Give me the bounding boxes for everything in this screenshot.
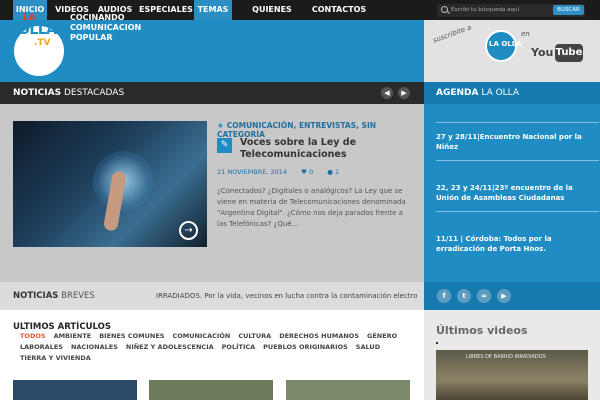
featured-image[interactable] — [13, 121, 207, 247]
nav-temas[interactable]: TEMAS — [194, 0, 232, 20]
page: INICIO VIDEOS AUDIOS ESPECIALES TEMAS QU… — [0, 0, 600, 400]
comments-count[interactable]: ● 1 — [327, 168, 339, 176]
nav-contactos[interactable]: CONTACTOS — [311, 0, 367, 20]
agenda-divider — [436, 211, 599, 212]
video-bullet — [436, 342, 438, 344]
featured-meta: 21 NOVIEMBRE, 2014 ♥ 0 ● 1 — [217, 168, 351, 176]
agenda-title-bold: AGENDA — [436, 88, 479, 98]
prev-arrow-icon[interactable]: ◀ — [381, 87, 393, 99]
video-caption: LIBRES DE BARRIO IRRADIADOS — [466, 354, 546, 360]
filter-pueblos-originarios[interactable]: PUEBLOS ORIGINARIOS — [263, 342, 348, 353]
featured-title-bold: NOTICIAS — [13, 88, 62, 98]
article-thumbnail[interactable] — [13, 380, 137, 400]
filter-derechos-humanos[interactable]: DERECHOS HUMANOS — [279, 331, 359, 342]
agenda-divider — [436, 122, 599, 123]
youtube-tube: Tube — [555, 44, 583, 62]
filter-laborales[interactable]: LABORALES — [20, 342, 63, 353]
logo-olla: OLLA — [18, 22, 57, 38]
agenda-item[interactable]: 27 y 28/11|Encuentro Nacional por la Niñ… — [436, 132, 592, 152]
featured-bar: NOTICIAS DESTACADAS ◀ ▶ — [0, 82, 424, 104]
filter-bienes-comunes[interactable]: BIENES COMUNES — [99, 331, 164, 342]
breves-title-bold: NOTICIAS — [13, 291, 59, 301]
filter-todos[interactable]: TODOS — [20, 331, 46, 342]
social-bar: f t ≈ ▶ — [424, 282, 600, 310]
filter-ambiente[interactable]: AMBIENTE — [54, 331, 92, 342]
site-header — [0, 20, 424, 82]
agenda-bar: AGENDA LA OLLA — [424, 82, 600, 104]
next-arrow-icon[interactable]: ▶ — [398, 87, 410, 99]
promo-text: suscribite a — [431, 23, 473, 45]
search-placeholder: Escribí tu búsqueda aquí — [451, 7, 520, 13]
article-filters: TODOS AMBIENTE BIENES COMUNES COMUNICACIÓN C… — [20, 331, 410, 364]
logo-tv: .TV — [34, 38, 51, 48]
promo-en: en — [521, 30, 530, 38]
agenda-item[interactable]: 11/11 | Córdoba: Todos por la erradicaci… — [436, 234, 592, 254]
featured-title: NOTICIAS DESTACADAS — [13, 82, 124, 104]
article-thumbnail[interactable] — [286, 380, 410, 400]
twitter-icon[interactable]: t — [457, 289, 471, 303]
youtube-you: You — [531, 46, 554, 59]
promo-logo-text: LA OLLA — [489, 40, 522, 48]
search-icon — [441, 6, 448, 13]
featured-article-title[interactable]: Voces sobre la Ley de Telecomunicaciones — [240, 137, 415, 161]
logo-tagline: COCINANDO COMUNICACION POPULAR — [70, 13, 142, 42]
filter-cultura[interactable]: CULTURA — [238, 331, 271, 342]
rss-icon[interactable]: ≈ — [477, 289, 491, 303]
breves-title: NOTICIAS BREVES — [13, 282, 95, 310]
agenda-title-rest: LA OLLA — [481, 88, 520, 98]
breves-title-rest: BREVES — [61, 291, 95, 301]
agenda-divider — [436, 160, 599, 161]
featured-arrow-icon[interactable]: → — [179, 221, 198, 240]
breves-ticker[interactable]: IRRADIADOS. Por la vida, vecinos en luch… — [156, 282, 418, 310]
filter-comunicacion[interactable]: COMUNICACIÓN — [172, 331, 230, 342]
videos-title: Últimos videos — [436, 324, 528, 337]
facebook-icon[interactable]: f — [437, 289, 451, 303]
filter-ninez[interactable]: NIÑEZ Y ADOLESCENCIA — [126, 342, 214, 353]
agenda-item[interactable]: 22, 23 y 24/11|23º encuentro de la Unión… — [436, 183, 592, 203]
youtube-social-icon[interactable]: ▶ — [497, 289, 511, 303]
star-icon: ★ — [217, 121, 224, 130]
youtube-icon[interactable]: You Tube — [531, 44, 583, 64]
article-thumbnail[interactable] — [149, 380, 273, 400]
breves-bar: NOTICIAS BREVES IRRADIADOS. Por la vida,… — [0, 282, 424, 310]
featured-excerpt: ¿Conectados? ¿Digitales o analógicos? La… — [217, 187, 406, 228]
filter-salud[interactable]: SALUD — [356, 342, 380, 353]
views-count: ♥ 0 — [301, 168, 314, 176]
edit-icon: ✎ — [217, 138, 232, 153]
filter-genero[interactable]: GÉNERO — [367, 331, 397, 342]
comments-value: 1 — [335, 168, 340, 176]
featured-title-rest: DESTACADAS — [63, 88, 125, 98]
filter-tierra-vivienda[interactable]: TIERRA Y VIVIENDA — [20, 353, 91, 364]
filter-politica[interactable]: POLÍTICA — [222, 342, 256, 353]
search-button[interactable]: BUSCAR — [553, 5, 584, 15]
filter-nacionales[interactable]: NACIONALES — [71, 342, 118, 353]
nav-quienes-somos[interactable]: QUIENES SOMOS — [236, 0, 308, 34]
views-value: 0 — [309, 168, 314, 176]
featured-date: 21 NOVIEMBRE, 2014 — [217, 168, 288, 176]
agenda-title: AGENDA LA OLLA — [436, 82, 519, 104]
